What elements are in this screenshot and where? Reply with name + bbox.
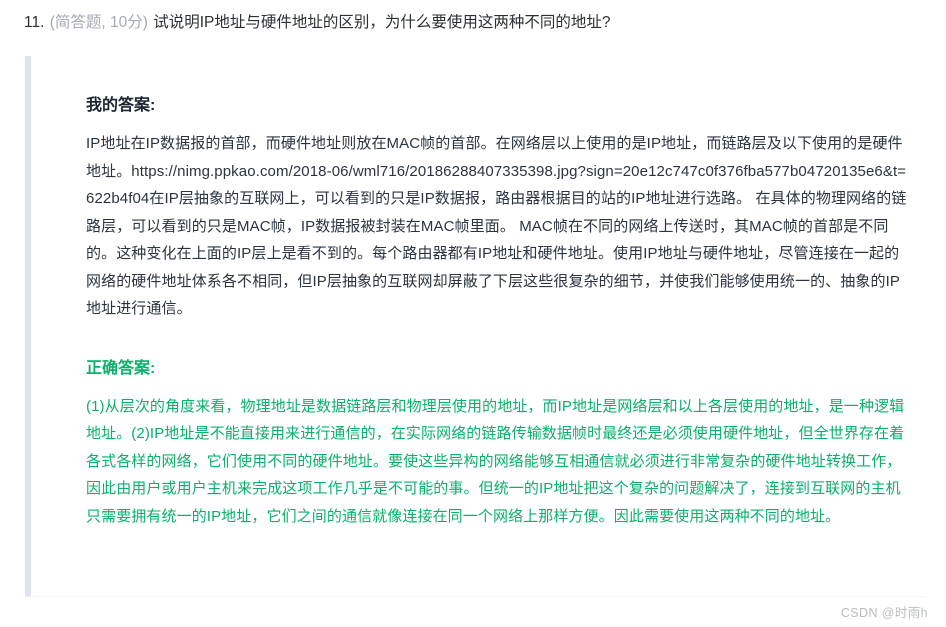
my-answer-block: 我的答案: IP地址在IP数据报的首部，而硬件地址则放在MAC帧的首部。在网络层… <box>86 94 911 323</box>
my-answer-text: IP地址在IP数据报的首部，而硬件地址则放在MAC帧的首部。在网络层以上使用的是… <box>86 135 907 317</box>
watermark: CSDN @时雨h <box>840 606 928 620</box>
my-answer-title: 我的答案: <box>86 97 156 114</box>
question-number: 11. <box>24 14 45 31</box>
question-header: 11. (简答题, 10分) 试说明IP地址与硬件地址的区别，为什么要使用这两种… <box>24 12 926 34</box>
answer-panel: 我的答案: IP地址在IP数据报的首部，而硬件地址则放在MAC帧的首部。在网络层… <box>25 56 925 597</box>
correct-answer-title: 正确答案: <box>86 359 156 377</box>
correct-answer-text: (1)从层次的角度来看，物理地址是数据链路层和物理层使用的地址，而IP地址是网络… <box>86 397 905 525</box>
quiz-answer-page: 11. (简答题, 10分) 试说明IP地址与硬件地址的区别，为什么要使用这两种… <box>0 0 946 627</box>
question-text: 试说明IP地址与硬件地址的区别，为什么要使用这两种不同的地址? <box>153 14 611 31</box>
question-meta: (简答题, 10分) <box>49 14 148 31</box>
correct-answer-block: 正确答案: (1)从层次的角度来看，物理地址是数据链路层和物理层使用的地址，而I… <box>86 357 911 531</box>
answer-panel-inner: 我的答案: IP地址在IP数据报的首部，而硬件地址则放在MAC帧的首部。在网络层… <box>31 56 925 530</box>
